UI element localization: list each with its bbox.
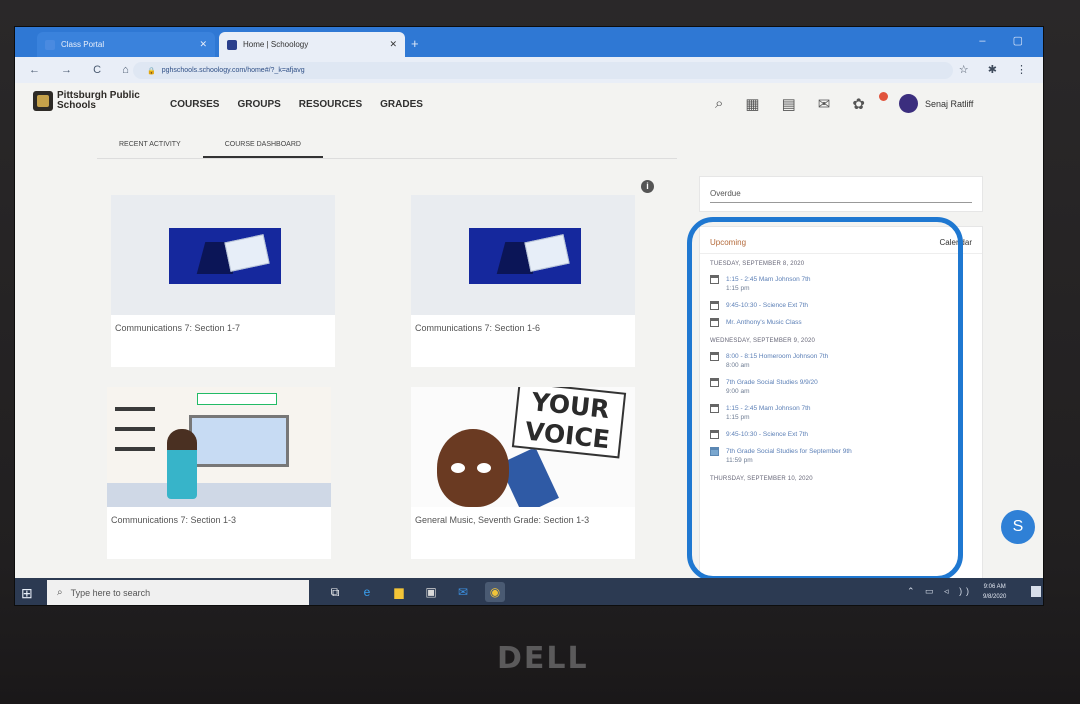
schoology-favicon-icon [227,39,237,50]
address-bar[interactable]: 🔒 pghschools.schoology.com/home#/?_k=afj… [133,62,953,79]
course-card[interactable]: YOUR VOICE General Music, Seventh Grade:… [411,387,635,559]
course-thumbnail [107,387,331,507]
new-tab-icon[interactable]: + [411,36,419,51]
laptop-screen: Class Portal ✕ Home | Schoology ✕ + – ▢ … [14,26,1044,606]
header-tools: ⌕ ▦ ▤ ✉ ✿ [715,95,865,113]
course-thumbnail [111,195,335,315]
dashboard-tabs: RECENT ACTIVITY COURSE DASHBOARD [97,137,323,159]
district-logo-icon [33,91,53,111]
logo-text: Pittsburgh Public Schools [57,90,140,111]
taskbar-clock[interactable]: 9:06 AM 9/8/2020 [983,582,1006,602]
action-center-icon[interactable] [1031,586,1041,597]
clock-time: 9:06 AM [983,584,1006,590]
tabs-divider [97,158,677,159]
tab-course-dashboard[interactable]: COURSE DASHBOARD [202,137,323,159]
url-text: pghschools.schoology.com/home#/?_k=afjav… [161,67,305,74]
window-controls[interactable]: – ▢ [979,34,1035,47]
floating-action-button[interactable]: S [1001,510,1035,544]
file-explorer-icon[interactable]: ▆ [389,582,409,602]
taskbar-search-placeholder: Type here to search [70,587,151,598]
browser-actions[interactable]: ☆ ✱ ⋮ [959,63,1035,76]
lock-icon: 🔒 [147,67,156,75]
nav-resources[interactable]: RESOURCES [299,99,362,110]
course-thumbnail: YOUR VOICE [411,387,635,507]
course-title[interactable]: General Music, Seventh Grade: Section 1-… [411,507,635,559]
taskbar-apps: ⧉ e ▆ ▣ ✉ ◉ [325,582,505,602]
nav-buttons[interactable]: ← → C ⌂ [29,64,138,76]
course-title[interactable]: Communications 7: Section 1-3 [107,507,331,559]
avatar[interactable] [899,94,918,113]
apps-grid-icon[interactable]: ▦ [745,95,759,113]
tab-label: Class Portal [61,40,105,49]
dell-logo: DELL [497,641,589,676]
notification-badge [879,92,888,101]
clock-date: 9/8/2020 [983,594,1007,600]
overdue-panel: Overdue [699,176,983,212]
close-tab-icon[interactable]: ✕ [199,39,207,50]
messages-icon[interactable]: ✉ [818,95,831,113]
user-name[interactable]: Senaj Ratliff [925,99,973,109]
course-title[interactable]: Communications 7: Section 1-6 [411,315,635,367]
course-thumbnail [411,195,635,315]
windows-taskbar: ⊞ ⌕ Type here to search ⧉ e ▆ ▣ ✉ ◉ ⌃ ▭ … [15,578,1043,605]
search-icon: ⌕ [57,587,63,598]
taskbar-search[interactable]: ⌕ Type here to search [47,580,309,605]
notifications-icon[interactable]: ✿ [852,95,865,113]
course-image-icon [169,228,281,284]
main-nav: COURSES GROUPS RESOURCES GRADES [170,99,423,110]
class-portal-favicon-icon [45,39,55,50]
course-card[interactable]: Communications 7: Section 1-3 [107,387,331,559]
edge-browser-icon[interactable]: e [357,582,377,602]
course-card[interactable]: Communications 7: Section 1-7 [111,195,335,367]
nav-groups[interactable]: GROUPS [237,99,280,110]
close-tab-icon[interactable]: ✕ [389,39,397,50]
course-title[interactable]: Communications 7: Section 1-7 [111,315,335,367]
calendar-icon[interactable]: ▤ [782,95,796,113]
tab-schoology-home[interactable]: Home | Schoology ✕ [219,32,405,57]
voice-sign: YOUR VOICE [511,387,627,459]
system-tray-icons[interactable]: ⌃ ▭ ◃ )) [907,586,973,597]
virtual-classroom-image [107,387,331,507]
mail-icon[interactable]: ✉ [453,582,473,602]
your-voice-image: YOUR VOICE [411,387,635,507]
browser-toolbar: ← → C ⌂ 🔒 pghschools.schoology.com/home#… [15,57,1043,83]
overdue-label: Overdue [710,189,741,198]
upcoming-highlight-outline [687,217,963,581]
chrome-icon[interactable]: ◉ [485,582,505,602]
info-icon[interactable]: i [641,180,654,193]
district-logo[interactable]: Pittsburgh Public Schools [33,91,147,111]
store-icon[interactable]: ▣ [421,582,441,602]
course-card[interactable]: Communications 7: Section 1-6 [411,195,635,367]
tab-class-portal[interactable]: Class Portal ✕ [37,32,215,57]
windows-start-icon[interactable]: ⊞ [21,585,33,602]
app-header: Pittsburgh Public Schools COURSES GROUPS… [15,83,1043,127]
browser-tab-strip: Class Portal ✕ Home | Schoology ✕ + – ▢ [15,27,1043,57]
course-image-icon [469,228,581,284]
tab-label: Home | Schoology [243,40,309,49]
nav-courses[interactable]: COURSES [170,99,219,110]
nav-grades[interactable]: GRADES [380,99,423,110]
task-view-icon[interactable]: ⧉ [325,582,345,602]
tab-recent-activity[interactable]: RECENT ACTIVITY [97,137,203,159]
search-icon[interactable]: ⌕ [715,95,723,113]
